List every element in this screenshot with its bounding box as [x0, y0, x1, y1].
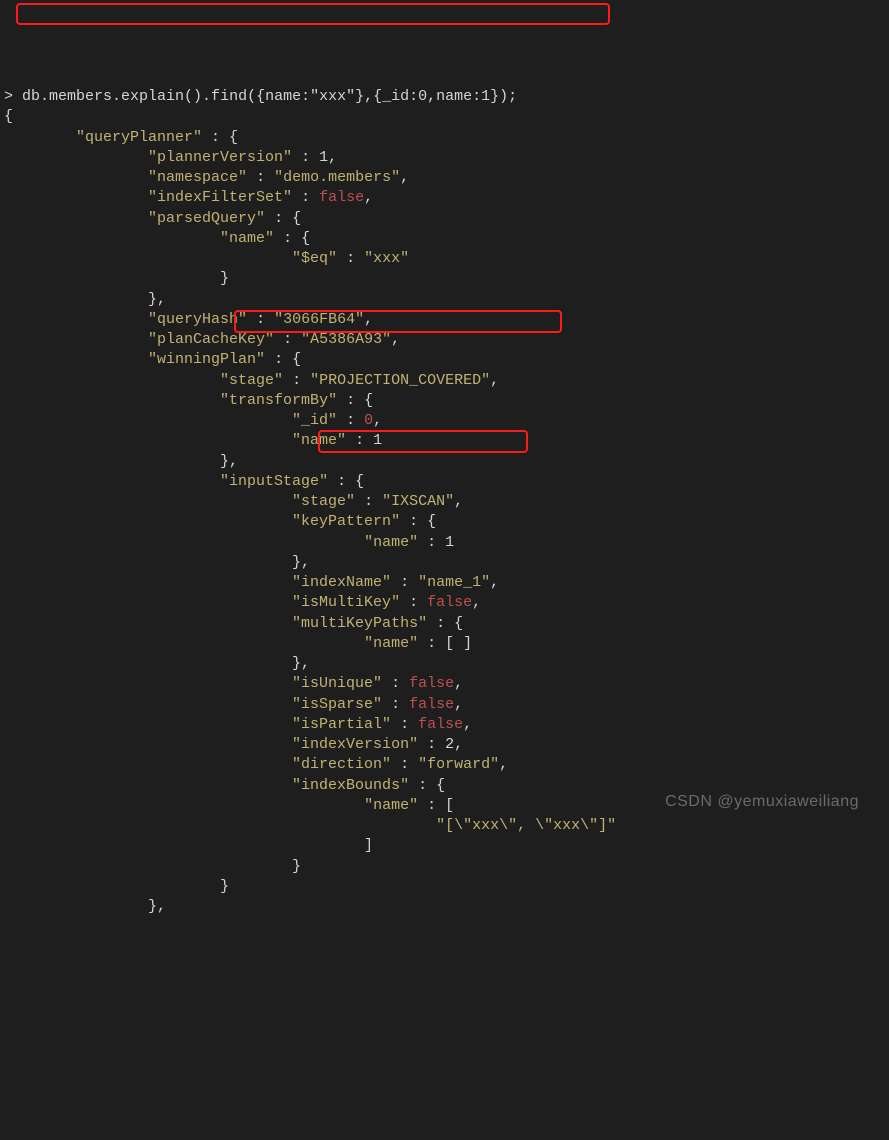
key-isPartial: "isPartial" — [292, 716, 391, 733]
val-eq: "xxx" — [364, 250, 409, 267]
val-queryHash: "3066FB64" — [274, 311, 364, 328]
key-eq: "$eq" — [292, 250, 337, 267]
val-planCacheKey: "A5386A93" — [301, 331, 391, 348]
key-planCacheKey: "planCacheKey" — [148, 331, 274, 348]
key-multiKeyPaths: "multiKeyPaths" — [292, 615, 427, 632]
val-indexName: "name_1" — [418, 574, 490, 591]
command-line[interactable]: db.members.explain().find({name:"xxx"},{… — [22, 88, 517, 105]
key-ib-name: "name" — [364, 797, 418, 814]
key-is-stage: "stage" — [292, 493, 355, 510]
key-parsedQuery: "parsedQuery" — [148, 210, 265, 227]
val-namespace: "demo.members" — [274, 169, 400, 186]
key-queryPlanner: "queryPlanner" — [76, 129, 202, 146]
val-tb-id: 0 — [364, 412, 373, 429]
key-inputStage: "inputStage" — [220, 473, 328, 490]
val-tb-name: 1 — [373, 432, 382, 449]
key-direction: "direction" — [292, 756, 391, 773]
key-isSparse: "isSparse" — [292, 696, 382, 713]
key-pq-name: "name" — [220, 230, 274, 247]
key-tb-id: "_id" — [292, 412, 337, 429]
json-open-brace: { — [4, 108, 13, 125]
key-tb-name: "name" — [292, 432, 346, 449]
key-isUnique: "isUnique" — [292, 675, 382, 692]
val-is-stage: "IXSCAN" — [382, 493, 454, 510]
val-indexFilterSet: false — [319, 189, 364, 206]
val-wp-stage: "PROJECTION_COVERED" — [310, 372, 490, 389]
key-isMultiKey: "isMultiKey" — [292, 594, 400, 611]
val-isPartial: false — [418, 716, 463, 733]
key-indexName: "indexName" — [292, 574, 391, 591]
val-isUnique: false — [409, 675, 454, 692]
val-mkp-name: [ ] — [445, 635, 472, 652]
key-indexBounds: "indexBounds" — [292, 777, 409, 794]
key-mkp-name: "name" — [364, 635, 418, 652]
val-isSparse: false — [409, 696, 454, 713]
val-kp-name: 1 — [445, 534, 454, 551]
key-plannerVersion: "plannerVersion" — [148, 149, 292, 166]
val-ib-name: "[\"xxx\", \"xxx\"]" — [436, 817, 616, 834]
key-namespace: "namespace" — [148, 169, 247, 186]
watermark-text: CSDN @yemuxiaweiliang — [665, 791, 859, 813]
key-queryHash: "queryHash" — [148, 311, 247, 328]
key-wp-stage: "stage" — [220, 372, 283, 389]
val-plannerVersion: 1 — [319, 149, 328, 166]
key-winningPlan: "winningPlan" — [148, 351, 265, 368]
val-isMultiKey: false — [427, 594, 472, 611]
key-indexVersion: "indexVersion" — [292, 736, 418, 753]
key-keyPattern: "keyPattern" — [292, 513, 400, 530]
key-kp-name: "name" — [364, 534, 418, 551]
val-direction: "forward" — [418, 756, 499, 773]
key-transformBy: "transformBy" — [220, 392, 337, 409]
key-indexFilterSet: "indexFilterSet" — [148, 189, 292, 206]
val-indexVersion: 2 — [445, 736, 454, 753]
highlight-command — [16, 3, 610, 25]
prompt-symbol: > — [4, 88, 13, 105]
